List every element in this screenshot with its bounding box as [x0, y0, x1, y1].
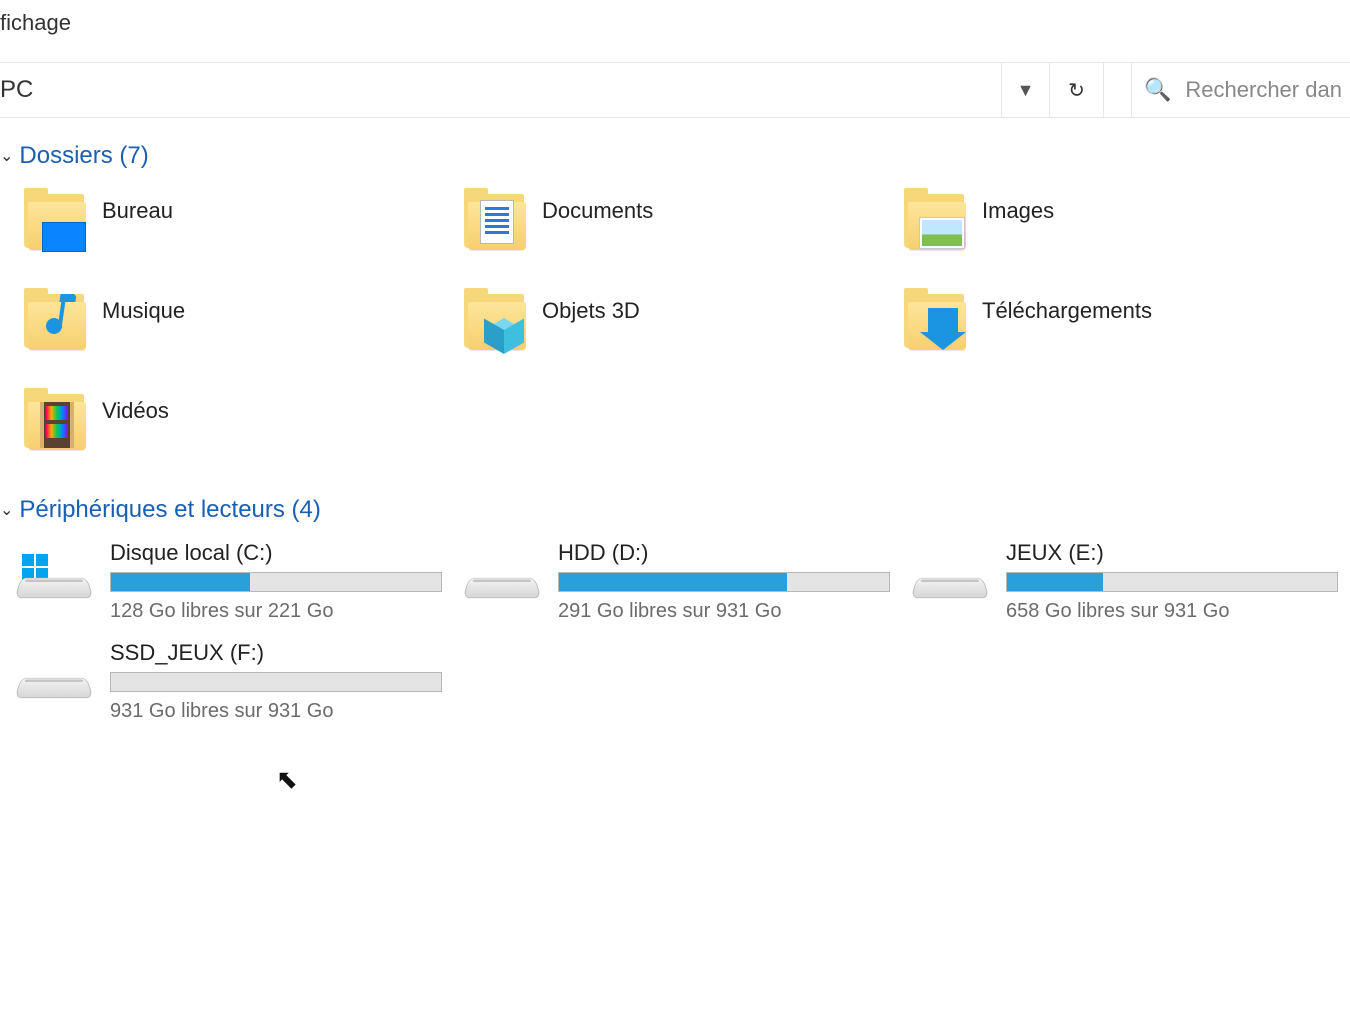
ribbon-tab-affichage[interactable]: fichage [0, 10, 71, 36]
drive-free-text: 658 Go libres sur 931 Go [1006, 600, 1350, 623]
drive-name: Disque local (C:) [110, 540, 460, 566]
section-header-drives-label: Périphériques et lecteurs (4) [19, 496, 320, 524]
refresh-icon: ↻ [1068, 78, 1085, 103]
folder-label: Vidéos [102, 388, 169, 424]
drive-icon [12, 554, 96, 614]
folder-item-telechargements[interactable]: Téléchargements [900, 284, 1340, 384]
folder-item-bureau[interactable]: Bureau [20, 184, 460, 284]
content-area: ⌄ Dossiers (7) Bureau Documents Images Musi… [0, 118, 1350, 738]
folder-icon [20, 288, 90, 358]
drive-icon [12, 654, 96, 714]
folder-label: Musique [102, 288, 185, 324]
folder-label: Bureau [102, 188, 173, 224]
address-bar[interactable]: PC [0, 63, 1002, 117]
drive-item-e[interactable]: JEUX (E:) 658 Go libres sur 931 Go [908, 538, 1350, 638]
drive-text: Disque local (C:) 128 Go libres sur 221 G… [110, 540, 460, 623]
drive-item-d[interactable]: HDD (D:) 291 Go libres sur 931 Go [460, 538, 908, 638]
drive-usage-bar [110, 572, 442, 592]
folder-icon [20, 188, 90, 258]
drive-icon [460, 554, 544, 614]
search-placeholder: Rechercher dan [1185, 77, 1342, 103]
drive-text: HDD (D:) 291 Go libres sur 931 Go [558, 540, 908, 623]
drive-text: SSD_JEUX (F:) 931 Go libres sur 931 Go [110, 640, 460, 723]
drive-name: HDD (D:) [558, 540, 908, 566]
folder-icon [460, 188, 530, 258]
search-input[interactable]: 🔍 Rechercher dan [1132, 63, 1350, 117]
drive-item-c[interactable]: Disque local (C:) 128 Go libres sur 221 G… [12, 538, 460, 638]
folder-item-documents[interactable]: Documents [460, 184, 900, 284]
folder-icon [900, 188, 970, 258]
folder-item-musique[interactable]: Musique [20, 284, 460, 384]
folder-item-objets3d[interactable]: Objets 3D [460, 284, 900, 384]
folder-label: Images [982, 188, 1054, 224]
section-header-drives[interactable]: ⌄ Périphériques et lecteurs (4) [0, 496, 1350, 524]
folder-icon [900, 288, 970, 358]
folder-item-videos[interactable]: Vidéos [20, 384, 460, 484]
address-history-dropdown[interactable]: ▼ [1002, 63, 1050, 117]
address-bar-path: PC [0, 76, 33, 104]
folder-label: Documents [542, 188, 653, 224]
folder-icon [460, 288, 530, 358]
folder-label: Téléchargements [982, 288, 1152, 324]
chevron-down-icon: ⌄ [0, 146, 13, 166]
ribbon-tab-bar: fichage [0, 0, 1350, 62]
mouse-cursor-icon: ⬉ [276, 764, 298, 795]
section-header-folders[interactable]: ⌄ Dossiers (7) [0, 142, 1350, 170]
drive-free-text: 128 Go libres sur 221 Go [110, 600, 460, 623]
drive-usage-bar [558, 572, 890, 592]
toolbar-separator [1104, 63, 1132, 117]
folder-icon [20, 388, 90, 458]
drive-usage-bar [1006, 572, 1338, 592]
chevron-down-icon: ⌄ [0, 500, 13, 520]
drive-text: JEUX (E:) 658 Go libres sur 931 Go [1006, 540, 1350, 623]
drive-free-text: 291 Go libres sur 931 Go [558, 600, 908, 623]
folder-item-images[interactable]: Images [900, 184, 1340, 284]
folders-grid: Bureau Documents Images Musique Objets 3D Tél… [0, 184, 1350, 484]
section-header-folders-label: Dossiers (7) [19, 142, 148, 170]
drive-icon [908, 554, 992, 614]
chevron-down-icon: ▼ [1017, 80, 1035, 101]
drive-name: JEUX (E:) [1006, 540, 1350, 566]
drive-item-f[interactable]: SSD_JEUX (F:) 931 Go libres sur 931 Go [12, 638, 460, 738]
search-icon: 🔍 [1144, 77, 1171, 103]
windows-icon [22, 554, 48, 580]
address-bar-row: PC ▼ ↻ 🔍 Rechercher dan [0, 62, 1350, 118]
drive-free-text: 931 Go libres sur 931 Go [110, 700, 460, 723]
folder-label: Objets 3D [542, 288, 640, 324]
drive-usage-bar [110, 672, 442, 692]
drives-grid: Disque local (C:) 128 Go libres sur 221 G… [0, 538, 1350, 738]
drive-name: SSD_JEUX (F:) [110, 640, 460, 666]
refresh-button[interactable]: ↻ [1050, 63, 1104, 117]
